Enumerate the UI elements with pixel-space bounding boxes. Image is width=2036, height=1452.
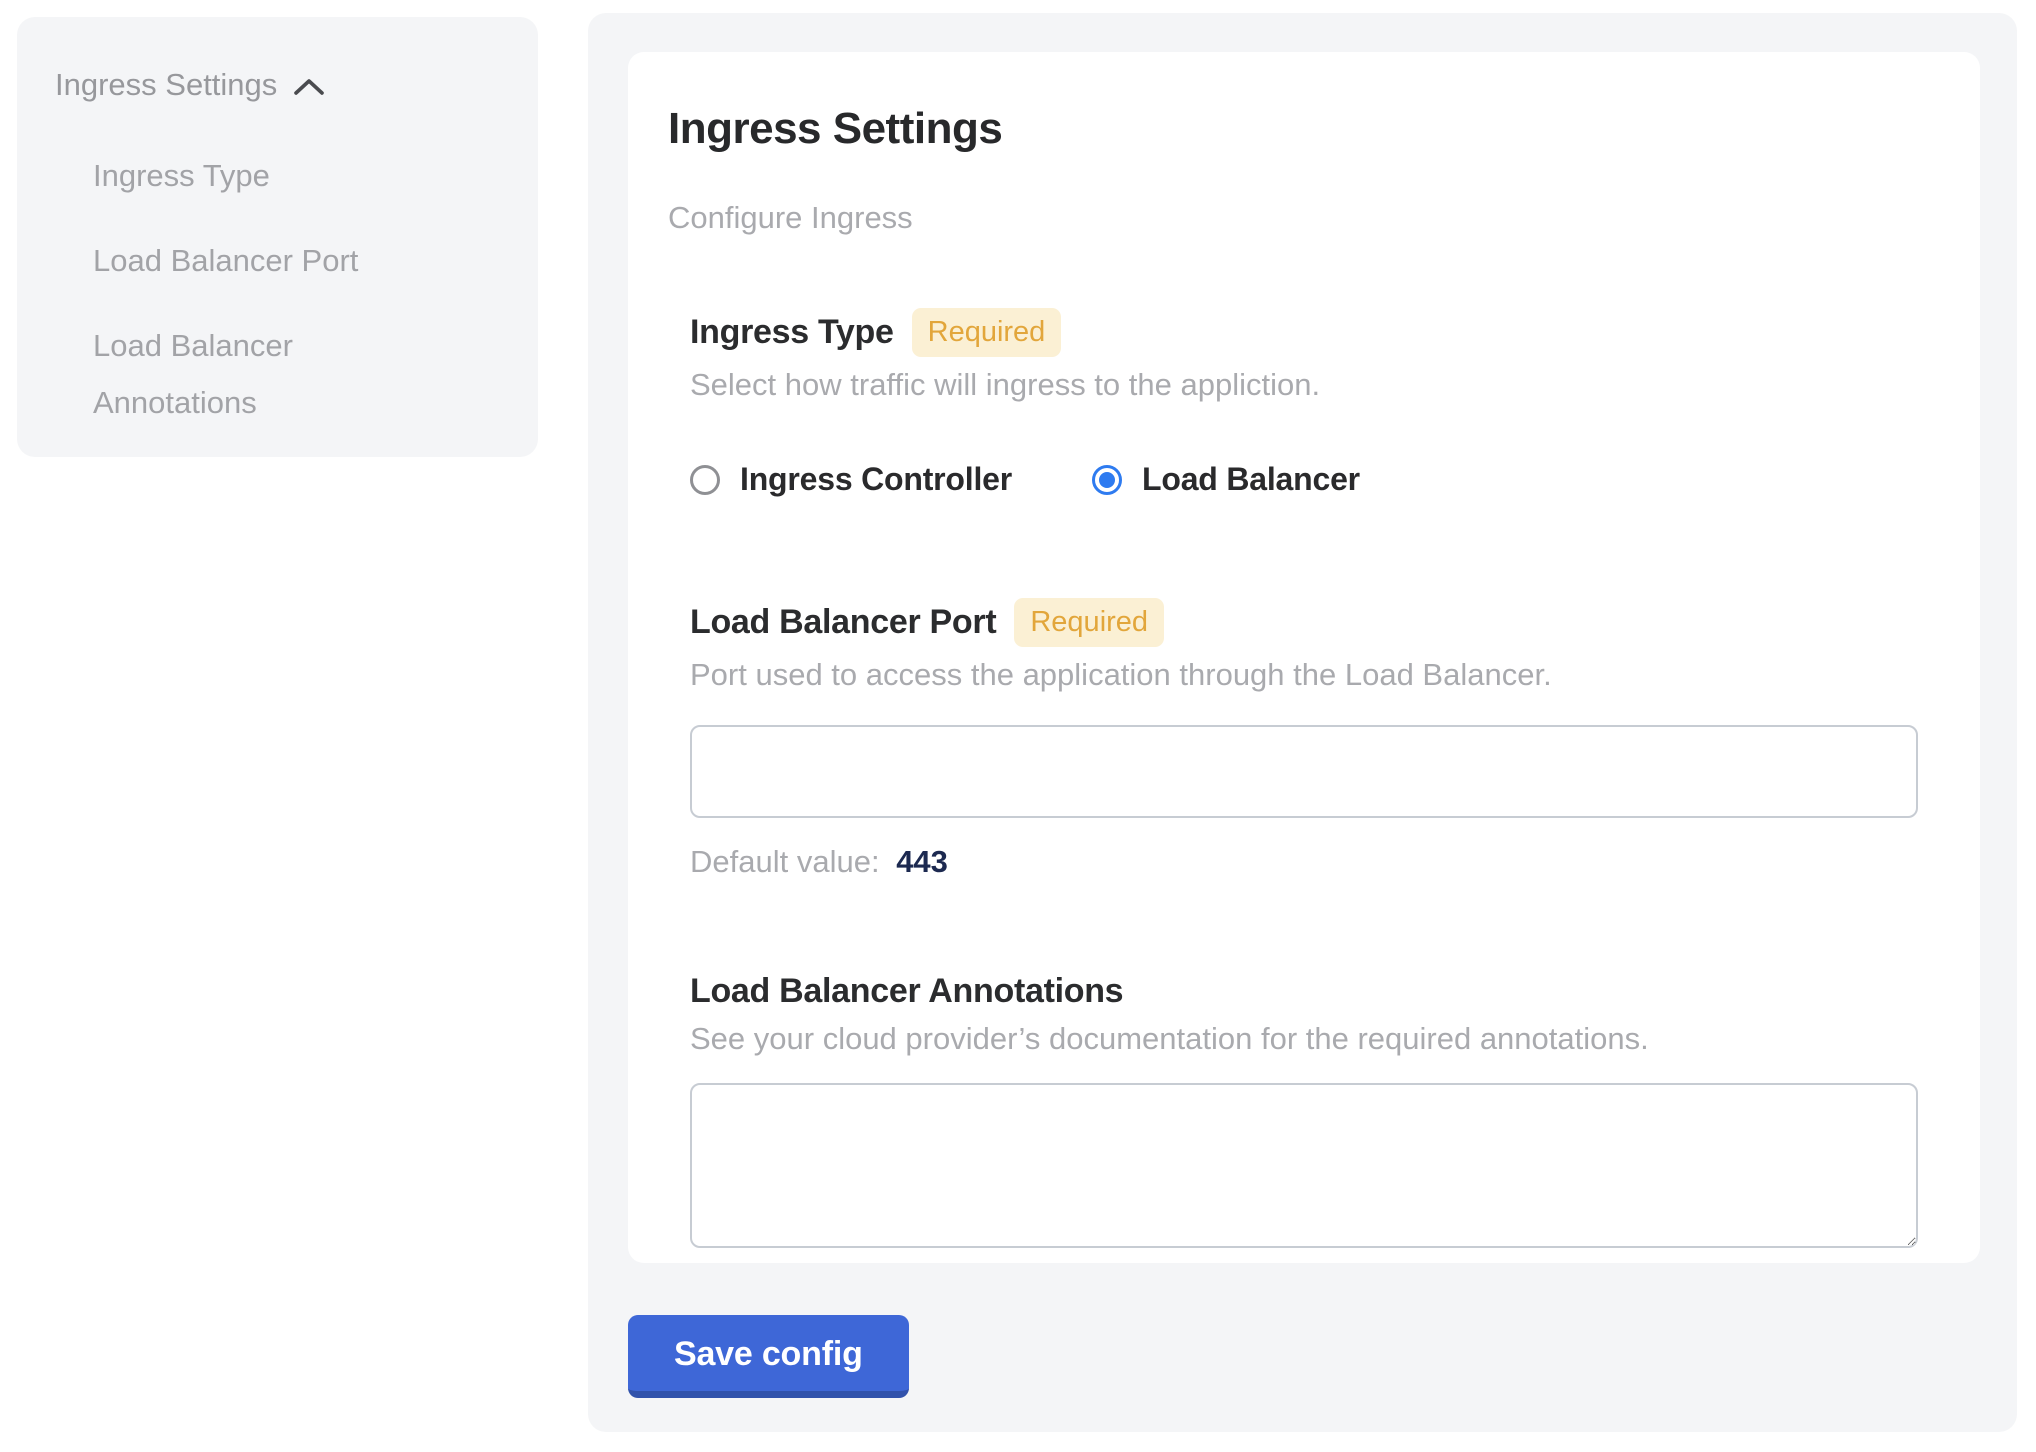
radio-option-label: Load Balancer (1142, 461, 1360, 498)
settings-main-panel: Ingress Settings Configure Ingress Ingre… (588, 13, 2017, 1432)
load-balancer-port-description: Port used to access the application thro… (690, 657, 1918, 693)
default-value: 443 (896, 844, 948, 879)
ingress-type-section: Ingress Type Required Select how traffic… (690, 308, 1918, 498)
ingress-type-description: Select how traffic will ingress to the a… (690, 367, 1918, 403)
load-balancer-port-section: Load Balancer Port Required Port used to… (690, 598, 1918, 880)
sidebar-item-load-balancer-port[interactable]: Load Balancer Port (93, 232, 423, 289)
radio-option-label: Ingress Controller (740, 461, 1012, 498)
sidebar-section-ingress-settings[interactable]: Ingress Settings (55, 67, 502, 103)
load-balancer-port-label: Load Balancer Port (690, 603, 996, 642)
settings-sidebar: Ingress Settings Ingress Type Load Balan… (17, 17, 538, 457)
save-config-button[interactable]: Save config (628, 1315, 909, 1398)
default-value-label: Default value: (690, 844, 880, 879)
radio-option-load-balancer[interactable]: Load Balancer (1092, 461, 1360, 498)
radio-button-icon[interactable] (1092, 465, 1122, 495)
page-subtitle: Configure Ingress (668, 200, 1940, 236)
sidebar-nav: Ingress Type Load Balancer Port Load Bal… (93, 147, 502, 431)
load-balancer-annotations-textarea[interactable] (690, 1083, 1918, 1248)
load-balancer-port-input[interactable] (690, 725, 1918, 818)
radio-button-icon[interactable] (690, 465, 720, 495)
required-badge: Required (912, 308, 1062, 357)
load-balancer-annotations-description: See your cloud provider’s documentation … (690, 1021, 1918, 1057)
sidebar-section-label: Ingress Settings (55, 67, 277, 103)
ingress-type-label: Ingress Type (690, 313, 894, 352)
radio-option-ingress-controller[interactable]: Ingress Controller (690, 461, 1012, 498)
required-badge: Required (1014, 598, 1164, 647)
load-balancer-annotations-section: Load Balancer Annotations See your cloud… (690, 972, 1918, 1248)
chevron-up-icon (293, 74, 325, 96)
sidebar-item-ingress-type[interactable]: Ingress Type (93, 147, 423, 204)
default-value-row: Default value: 443 (690, 844, 1918, 880)
page-title: Ingress Settings (668, 104, 1940, 154)
load-balancer-annotations-label: Load Balancer Annotations (690, 972, 1123, 1011)
sidebar-item-load-balancer-annotations[interactable]: Load Balancer Annotations (93, 317, 423, 431)
ingress-type-radio-group: Ingress Controller Load Balancer (690, 461, 1918, 498)
ingress-settings-card: Ingress Settings Configure Ingress Ingre… (628, 52, 1980, 1263)
